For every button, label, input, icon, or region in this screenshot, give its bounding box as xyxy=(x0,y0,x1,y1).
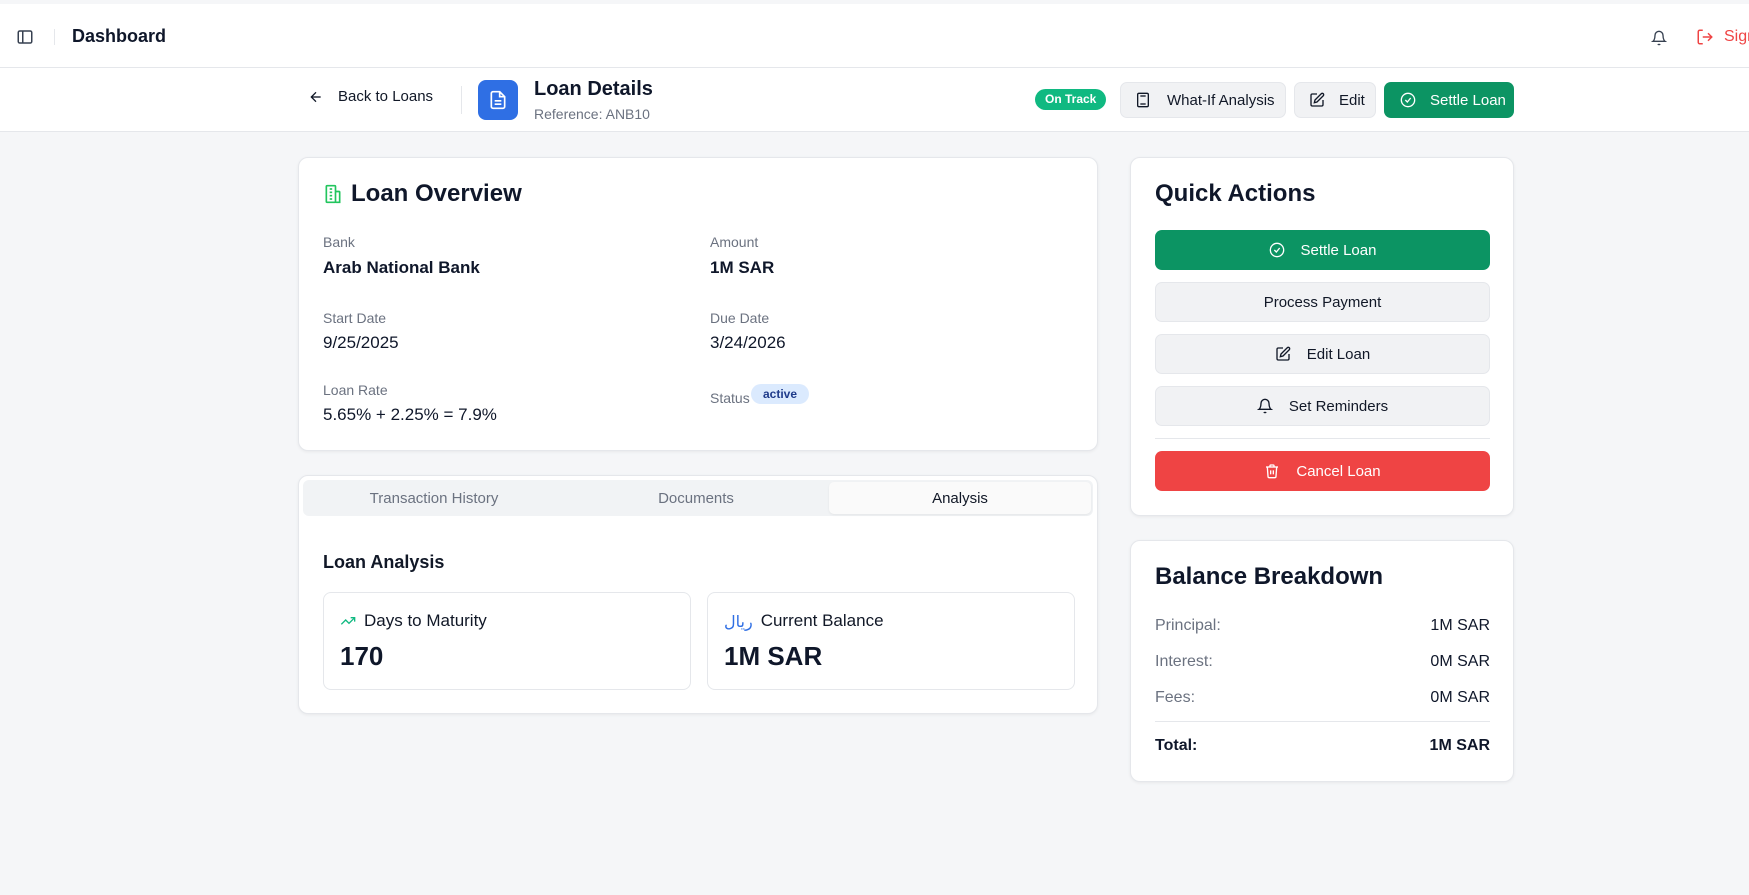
bell-icon xyxy=(1256,398,1273,414)
settle-label: Settle Loan xyxy=(1430,91,1506,109)
balance-label: Current Balance xyxy=(760,611,884,630)
fees-row: Fees: 0M SAR xyxy=(1155,689,1490,707)
loan-reference: Reference: ANB10 xyxy=(534,106,650,122)
on-track-badge: On Track xyxy=(1035,89,1107,110)
amount-label: Amount xyxy=(710,234,759,250)
quick-actions-card: Quick Actions Settle Loan Process Paymen… xyxy=(1130,157,1514,516)
top-bar: Dashboard Sign Out xyxy=(0,4,1749,68)
balance-breakdown-card: Balance Breakdown Principal: 1M SAR Inte… xyxy=(1130,540,1514,782)
principal-value: 1M SAR xyxy=(1430,617,1490,634)
total-value: 1M SAR xyxy=(1429,737,1490,754)
due-date-label: Due Date xyxy=(710,310,770,326)
process-payment-button[interactable]: Process Payment xyxy=(1155,282,1490,322)
sidebar-toggle-icon[interactable] xyxy=(16,28,34,46)
edit-icon xyxy=(1310,92,1325,107)
interest-label: Interest: xyxy=(1155,653,1213,670)
tab-transaction-history[interactable]: Transaction History xyxy=(303,480,565,516)
balance-breakdown-title: Balance Breakdown xyxy=(1155,563,1384,590)
trending-up-icon xyxy=(340,617,356,625)
status-label: Status xyxy=(710,390,750,406)
loan-rate-label: Loan Rate xyxy=(323,382,388,398)
overview-heading: Loan Overview xyxy=(323,180,522,208)
interest-row: Interest: 0M SAR xyxy=(1155,653,1490,671)
loan-analysis-title: Loan Analysis xyxy=(323,552,445,572)
back-label: Back to Loans xyxy=(338,88,434,105)
amount-value: 1M SAR xyxy=(710,258,775,277)
start-date-label: Start Date xyxy=(323,310,387,326)
current-balance-stat: ريال Current Balance 1M SAR xyxy=(707,592,1075,690)
loan-tabs-card: Transaction History Documents Analysis L… xyxy=(298,475,1098,714)
loan-header: Back to Loans Loan Details Reference: AN… xyxy=(0,68,1749,132)
sign-out-label: Sign Out xyxy=(1724,28,1749,45)
edit-button[interactable]: Edit xyxy=(1294,82,1376,118)
sign-out-button[interactable]: Sign Out xyxy=(1696,28,1749,46)
cancel-loan-label: Cancel Loan xyxy=(1296,462,1381,480)
qa-settle-loan-button[interactable]: Settle Loan xyxy=(1155,230,1490,270)
loan-overview-card: Loan Overview Bank Arab National Bank Am… xyxy=(298,157,1098,451)
breakdown-divider xyxy=(1155,721,1490,722)
balance-stat-header: ريال Current Balance xyxy=(724,611,884,631)
arrow-left-icon xyxy=(310,91,321,102)
edit-loan-label: Edit Loan xyxy=(1306,345,1371,363)
quick-actions-divider xyxy=(1155,438,1490,439)
tab-list: Transaction History Documents Analysis xyxy=(303,480,1093,516)
quick-actions-title: Quick Actions xyxy=(1155,180,1316,207)
status-badge: active xyxy=(751,384,810,404)
set-reminders-button[interactable]: Set Reminders xyxy=(1155,386,1490,426)
document-icon xyxy=(478,80,518,120)
trash-icon xyxy=(1266,464,1279,479)
process-payment-label: Process Payment xyxy=(1263,293,1382,311)
edit-icon xyxy=(1276,346,1291,361)
fees-label: Fees: xyxy=(1155,689,1196,706)
riyal-currency-icon: ريال xyxy=(724,611,753,631)
set-reminders-label: Set Reminders xyxy=(1288,397,1389,415)
what-if-label: What-If Analysis xyxy=(1167,91,1275,109)
header-separator xyxy=(461,86,462,114)
app-title: Dashboard xyxy=(72,26,167,46)
loan-rate-value: 5.65% + 2.25% = 7.9% xyxy=(323,405,497,424)
topbar-divider xyxy=(54,29,55,45)
start-date-value: 9/25/2025 xyxy=(323,333,399,352)
days-value: 170 xyxy=(340,641,384,671)
bank-label: Bank xyxy=(323,234,355,250)
sign-out-icon xyxy=(1697,29,1713,45)
tab-analysis[interactable]: Analysis xyxy=(829,482,1091,514)
tab-documents[interactable]: Documents xyxy=(565,480,827,516)
bank-value: Arab National Bank xyxy=(323,258,480,277)
what-if-analysis-button[interactable]: What-If Analysis xyxy=(1120,82,1286,118)
back-to-loans-button[interactable]: Back to Loans xyxy=(308,88,433,105)
notifications-bell-icon[interactable] xyxy=(1650,30,1668,46)
edit-loan-button[interactable]: Edit Loan xyxy=(1155,334,1490,374)
calculator-icon xyxy=(1137,92,1149,108)
qa-settle-label: Settle Loan xyxy=(1300,241,1377,259)
page-title: Loan Details xyxy=(534,78,653,100)
days-to-maturity-stat: Days to Maturity 170 xyxy=(323,592,691,690)
interest-value: 0M SAR xyxy=(1430,653,1490,670)
days-stat-header: Days to Maturity xyxy=(340,611,487,631)
principal-row: Principal: 1M SAR xyxy=(1155,617,1490,635)
days-label: Days to Maturity xyxy=(364,611,487,630)
total-row: Total: 1M SAR xyxy=(1155,737,1490,755)
cancel-loan-button[interactable]: Cancel Loan xyxy=(1155,451,1490,491)
due-date-value: 3/24/2026 xyxy=(710,333,786,352)
edit-label: Edit xyxy=(1339,91,1365,109)
overview-title: Loan Overview xyxy=(351,180,522,207)
fees-value: 0M SAR xyxy=(1430,689,1490,706)
balance-value: 1M SAR xyxy=(724,641,823,671)
check-circle-icon xyxy=(1400,92,1416,108)
principal-label: Principal: xyxy=(1155,617,1221,634)
total-label: Total: xyxy=(1155,737,1198,754)
check-circle-icon xyxy=(1269,242,1284,258)
settle-loan-button[interactable]: Settle Loan xyxy=(1384,82,1514,118)
building-icon xyxy=(325,184,341,204)
